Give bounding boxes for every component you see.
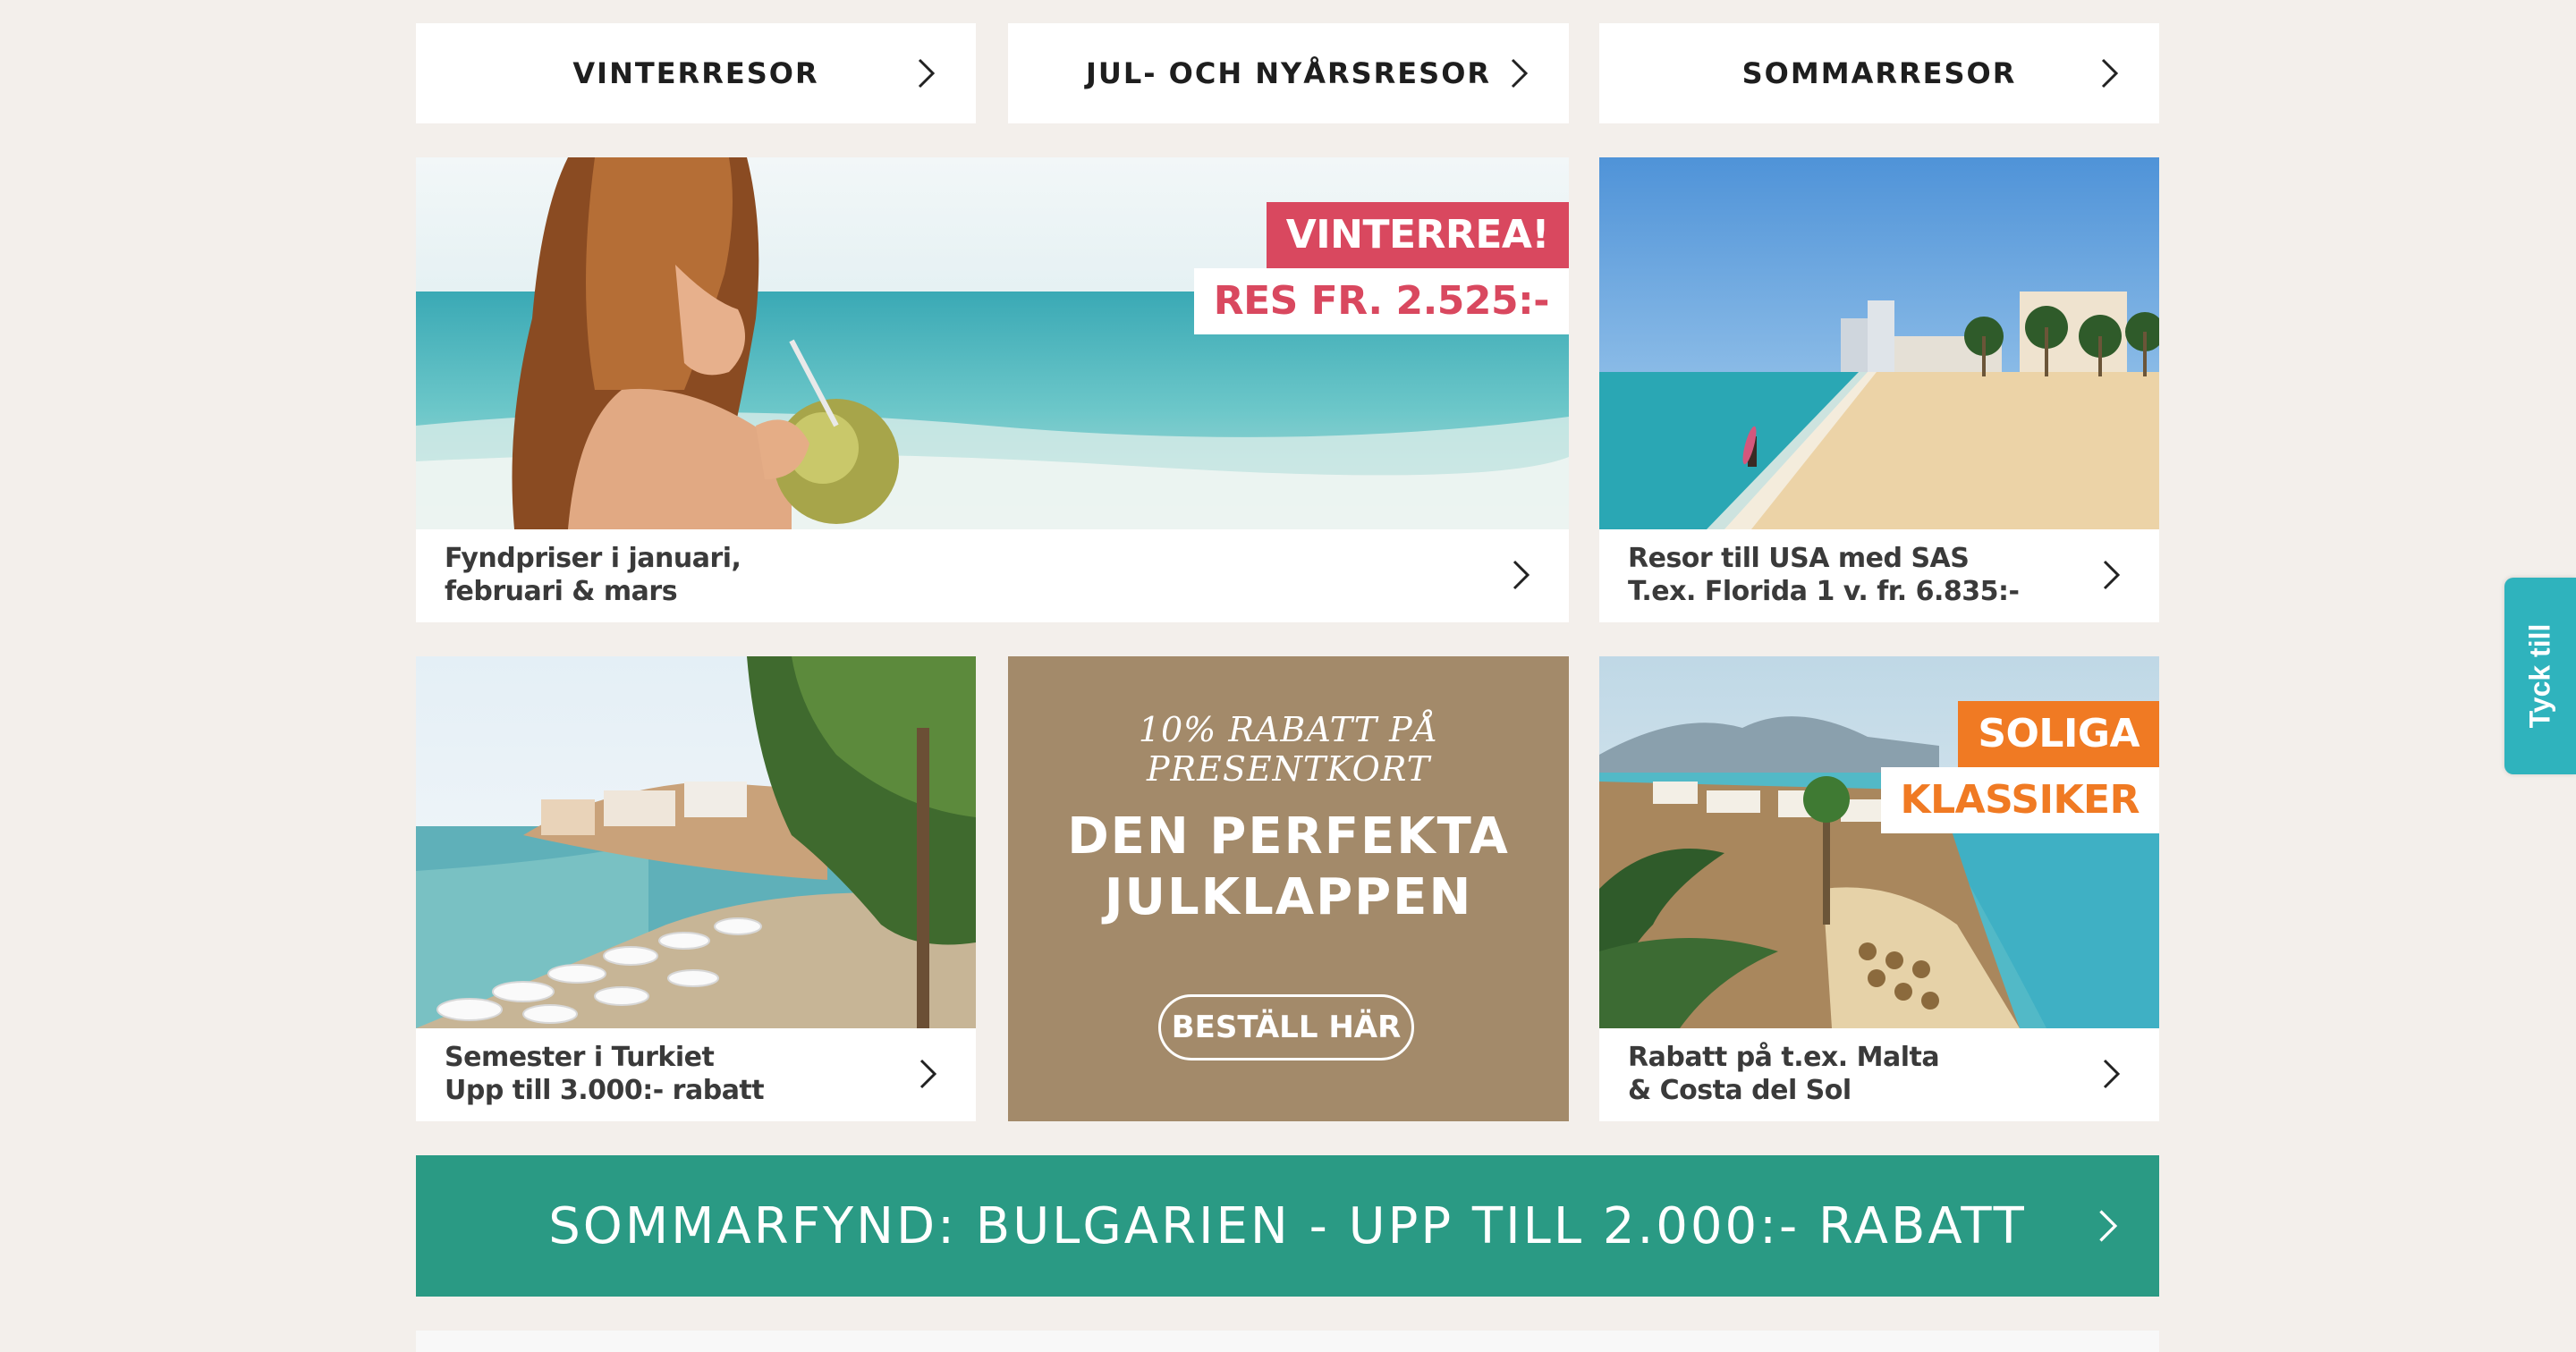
banner-label: SOMMARFYND: BULGARIEN - UPP TILL 2.000:-…: [548, 1196, 2027, 1255]
chevron-right-icon: [919, 1059, 937, 1089]
badge-klassiker: KLASSIKER: [1880, 767, 2159, 833]
order-here-button[interactable]: BESTÄLL HÄR: [1158, 994, 1414, 1060]
badge-soliga: SOLIGA: [1958, 701, 2159, 767]
card-turkiet[interactable]: Semester i Turkiet Upp till 3.000:- raba…: [416, 656, 976, 1121]
caption-line: & Costa del Sol: [1628, 1075, 1852, 1106]
chevron-right-icon: [2099, 1210, 2118, 1242]
badge-vinterrea: VINTERREA!: [1266, 202, 1569, 268]
nav-tile-jul-och-nyarsresor[interactable]: JUL- OCH NYÅRSRESOR: [1008, 23, 1569, 123]
headline-line: JULKLAPPEN: [1104, 868, 1473, 926]
card-soliga-klassiker[interactable]: SOLIGA KLASSIKER Rabatt på t.ex. Malta &…: [1599, 656, 2159, 1121]
headline-line: DEN PERFEKTA: [1067, 807, 1510, 866]
banner-sommarfynd-bulgarien[interactable]: SOMMARFYND: BULGARIEN - UPP TILL 2.000:-…: [416, 1155, 2159, 1297]
caption-line: Resor till USA med SAS: [1628, 543, 1970, 574]
card-caption: Semester i Turkiet Upp till 3.000:- raba…: [445, 1041, 765, 1107]
card-image-florida-beach: [1599, 157, 2159, 529]
card-image-turkey-coast: [416, 656, 976, 1028]
promo-kicker: 10% RABATT PÅ PRESENTKORT: [1138, 710, 1439, 789]
badge-price: RES FR. 2.525:-: [1193, 268, 1569, 334]
feedback-label: Tyck till: [2523, 623, 2556, 729]
nav-tile-label: SOMMARRESOR: [1741, 56, 2017, 90]
card-caption: Rabatt på t.ex. Malta & Costa del Sol: [1628, 1041, 1940, 1107]
chevron-right-icon: [1511, 58, 1529, 89]
caption-line: Fyndpriser i januari,: [445, 543, 741, 574]
caption-line: Rabatt på t.ex. Malta: [1628, 1042, 1940, 1073]
card-vinterrea[interactable]: VINTERREA! RES FR. 2.525:- Fyndpriser i …: [416, 157, 1569, 622]
card-usa[interactable]: Resor till USA med SAS T.ex. Florida 1 v…: [1599, 157, 2159, 622]
feedback-tab[interactable]: Tyck till: [2504, 578, 2576, 774]
card-caption: Resor till USA med SAS T.ex. Florida 1 v…: [1628, 542, 2020, 608]
chevron-right-icon: [918, 58, 936, 89]
caption-line: Upp till 3.000:- rabatt: [445, 1075, 765, 1106]
caption-line: Semester i Turkiet: [445, 1042, 715, 1073]
nav-tile-sommarresor[interactable]: SOMMARRESOR: [1599, 23, 2159, 123]
caption-line: februari & mars: [445, 576, 678, 607]
nav-tile-label: JUL- OCH NYÅRSRESOR: [1085, 56, 1492, 90]
caption-line: T.ex. Florida 1 v. fr. 6.835:-: [1628, 576, 2020, 607]
nav-tile-vinterresor[interactable]: VINTERRESOR: [416, 23, 976, 123]
promo-headline: DEN PERFEKTA JULKLAPPEN: [1008, 807, 1569, 928]
next-section-edge: [416, 1331, 2159, 1352]
chevron-right-icon: [2103, 560, 2121, 590]
card-caption: Fyndpriser i januari, februari & mars: [445, 542, 741, 608]
chevron-right-icon: [1513, 560, 1530, 590]
nav-tile-label: VINTERRESOR: [572, 56, 819, 90]
chevron-right-icon: [2101, 58, 2119, 89]
promo-presentkort[interactable]: 10% RABATT PÅ PRESENTKORT DEN PERFEKTA J…: [1008, 656, 1569, 1121]
chevron-right-icon: [2103, 1059, 2121, 1089]
